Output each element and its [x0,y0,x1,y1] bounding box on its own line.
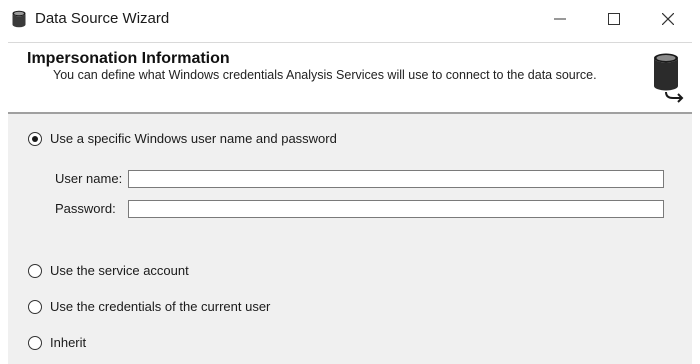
option-current-user[interactable]: Use the credentials of the current user [28,299,270,314]
minimize-button[interactable] [537,0,583,38]
database-icon [11,10,27,28]
data-source-wizard-window: Data Source Wizard Impersonation Informa… [0,0,700,364]
close-icon [662,13,674,25]
wizard-header: Impersonation Information You can define… [8,42,692,113]
password-label: Password: [55,201,116,216]
impersonation-options-panel: Use a specific Windows user name and pas… [8,114,692,364]
option-specific-user-label: Use a specific Windows user name and pas… [50,131,337,146]
option-specific-user[interactable]: Use a specific Windows user name and pas… [28,131,337,146]
option-service-account-label: Use the service account [50,263,189,278]
maximize-button[interactable] [591,0,637,38]
option-service-account[interactable]: Use the service account [28,263,189,278]
radio-service-account[interactable] [28,263,42,278]
radio-inherit[interactable] [28,335,42,350]
username-field[interactable] [128,170,664,188]
password-field[interactable] [128,200,664,218]
title-bar: Data Source Wizard [0,0,700,38]
window-title: Data Source Wizard [35,10,170,27]
database-arrow-icon [651,52,685,104]
radio-current-user[interactable] [28,299,42,314]
page-title: Impersonation Information [27,50,230,67]
option-inherit[interactable]: Inherit [28,335,86,350]
radio-specific-user[interactable] [28,131,42,146]
minimize-icon [554,18,566,20]
maximize-icon [608,13,620,25]
page-description: You can define what Windows credentials … [53,68,597,82]
username-label: User name: [55,171,123,186]
option-inherit-label: Inherit [50,335,87,350]
option-current-user-label: Use the credentials of the current user [50,299,271,314]
close-button[interactable] [645,0,691,38]
